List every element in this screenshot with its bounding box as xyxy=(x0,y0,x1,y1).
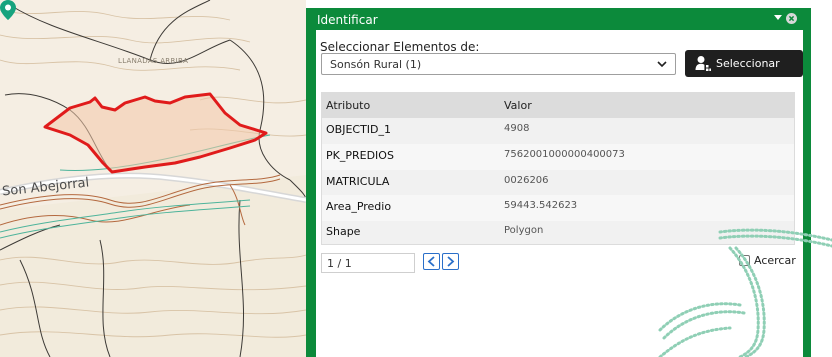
select-elements-label: Seleccionar Elementos de: xyxy=(320,40,480,54)
layer-select[interactable]: Sonsón Rural (1) xyxy=(321,53,676,75)
table-header: Atributo Valor xyxy=(322,93,794,118)
panel-title: Identificar xyxy=(317,13,378,27)
row-value: 59443.542623 xyxy=(504,200,578,211)
row-attribute: PK_PREDIOS xyxy=(326,149,394,162)
row-value: Polygon xyxy=(504,225,544,236)
select-button-label: Seleccionar xyxy=(716,57,780,70)
chevron-left-icon xyxy=(427,256,435,267)
row-value: 7562001000000400073 xyxy=(504,149,625,160)
zoom-to-checkbox[interactable] xyxy=(739,255,750,266)
previous-page-button[interactable] xyxy=(423,253,440,270)
row-attribute: Shape xyxy=(326,225,361,238)
page-number-value: 1 / 1 xyxy=(327,257,352,270)
zoom-to-label: Acercar xyxy=(754,254,796,267)
map-place-label: LLANADAS ARRIBA xyxy=(118,57,189,65)
table-row: Area_Predio 59443.542623 xyxy=(322,195,794,221)
location-pin-icon[interactable] xyxy=(0,0,16,20)
chevron-right-icon xyxy=(447,256,455,267)
map-canvas xyxy=(0,0,306,357)
column-header-attribute: Atributo xyxy=(326,99,371,112)
chevron-down-icon xyxy=(657,61,667,68)
close-icon[interactable] xyxy=(786,13,797,24)
table-row: Shape Polygon xyxy=(322,220,794,246)
row-value: 0026206 xyxy=(504,175,549,186)
row-attribute: OBJECTID_1 xyxy=(326,123,392,136)
next-page-button[interactable] xyxy=(442,253,459,270)
attributes-table: Atributo Valor OBJECTID_1 4908 PK_PREDIO… xyxy=(321,92,795,245)
page-number-input[interactable]: 1 / 1 xyxy=(321,253,415,273)
layer-select-value: Sonsón Rural (1) xyxy=(330,58,422,71)
table-row: MATRICULA 0026206 xyxy=(322,170,794,196)
table-row: PK_PREDIOS 7562001000000400073 xyxy=(322,144,794,170)
row-value: 4908 xyxy=(504,123,530,134)
row-attribute: Area_Predio xyxy=(326,200,392,213)
select-button[interactable]: Seleccionar xyxy=(685,50,803,77)
identify-panel: Identificar Seleccionar Elementos de: So… xyxy=(306,8,811,357)
collapse-icon[interactable] xyxy=(773,12,783,22)
panel-header: Identificar xyxy=(306,8,811,30)
map-view[interactable]: LLANADAS ARRIBA Son Abejorral xyxy=(0,0,306,357)
table-row: OBJECTID_1 4908 xyxy=(322,118,794,144)
row-attribute: MATRICULA xyxy=(326,175,390,188)
panel-body: Seleccionar Elementos de: Sonsón Rural (… xyxy=(316,30,803,357)
column-header-value: Valor xyxy=(504,99,532,112)
user-select-icon xyxy=(695,56,711,71)
